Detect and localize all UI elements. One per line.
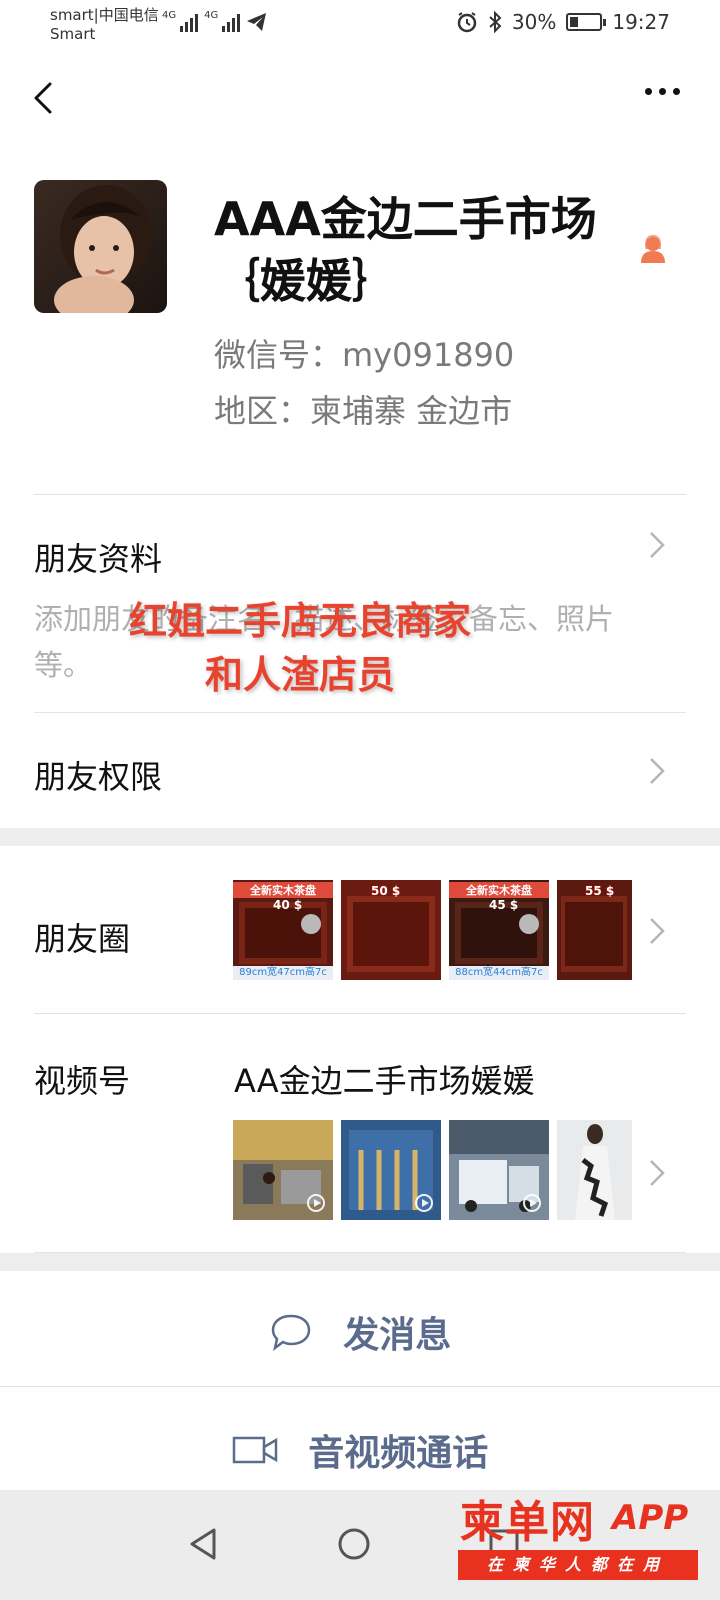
friend-permissions-title: 朋友权限 (34, 758, 163, 796)
channels-thumb-2[interactable] (341, 1120, 441, 1220)
divider (34, 494, 686, 495)
channels-title: 视频号 (34, 1062, 131, 1100)
telegram-icon (247, 13, 267, 31)
channels-thumb-1[interactable] (233, 1120, 333, 1220)
watermark-line-2: 和人渣店员 (204, 653, 395, 697)
section-gap (0, 828, 720, 846)
status-right: 30% 19:27 (456, 10, 670, 34)
brand-slogan: 在柬华人都在用 (458, 1550, 698, 1580)
moments-thumb-price: 45 $ (489, 898, 519, 912)
brand-logo-text: 柬单网 (460, 1497, 595, 1548)
watermark-text: 红姐二手店无良商家 和人渣店员 (70, 594, 530, 702)
chevron-right-icon (650, 532, 665, 558)
video-call-button[interactable]: 音视频通话 (0, 1424, 720, 1476)
moments-thumb-price: 55 $ (585, 884, 615, 898)
signal-indicators: 4G 4G (162, 10, 268, 32)
signal-1-label: 4G (162, 10, 177, 21)
carrier-line-2: Smart (50, 25, 96, 43)
send-message-label: 发消息 (343, 1315, 452, 1356)
chat-bubble-icon (271, 1314, 310, 1352)
moments-title: 朋友圈 (34, 920, 131, 958)
channels-thumb-4[interactable] (557, 1120, 632, 1220)
nav-back-triangle-icon[interactable] (186, 1526, 222, 1562)
moments-thumb-2[interactable]: 50 $ (341, 880, 441, 980)
clock: 19:27 (612, 10, 670, 34)
region: 地区：柬埔寨 金边市 (214, 392, 513, 430)
moments-thumb-1[interactable]: 全新实木茶盘 40 $ 89cm宽47cm高7c (233, 880, 333, 980)
section-gap (0, 1253, 720, 1271)
moments-thumb-dims: 88cm宽44cm高7c (449, 966, 549, 980)
battery-icon (566, 13, 607, 31)
chevron-right-icon (650, 918, 665, 944)
bluetooth-icon (489, 11, 502, 33)
send-message-button[interactable]: 发消息 (0, 1306, 720, 1358)
female-user-icon (641, 235, 665, 263)
signal-2-icon: 4G (204, 10, 241, 32)
battery-percent: 30% (511, 10, 557, 34)
moments-thumb-dims: 89cm宽47cm高7c (233, 966, 333, 980)
play-icon (523, 1194, 541, 1212)
moments-thumb-4[interactable]: 55 $ (557, 880, 632, 980)
wechat-id: 微信号：my091890 (214, 336, 515, 374)
moments-thumb-price: 40 $ (273, 898, 303, 912)
channels-thumb-3[interactable] (449, 1120, 549, 1220)
brand-app-suffix: APP (612, 1498, 689, 1538)
video-call-label: 音视频通话 (308, 1433, 489, 1474)
friend-info-title: 朋友资料 (34, 540, 163, 578)
status-bar: smart|中国电信 Smart 4G 4G 30% 19:27 (0, 0, 720, 50)
chevron-right-icon (650, 1160, 665, 1186)
moments-thumb-caption: 全新实木茶盘 (233, 882, 333, 898)
nav-home-circle-icon[interactable] (336, 1526, 372, 1562)
more-dots-icon[interactable] (645, 88, 680, 95)
brand-watermark: 柬单网 APP 在柬华人都在用 (458, 1486, 708, 1596)
alarm-icon (457, 12, 477, 33)
channels-name: AA金边二手市场媛媛 (234, 1062, 535, 1100)
watermark-line-1: 红姐二手店无良商家 (128, 599, 471, 643)
carrier-line-1: smart|中国电信 (50, 6, 159, 24)
moments-thumb-price: 50 $ (371, 884, 401, 898)
carrier-info: smart|中国电信 Smart (50, 6, 159, 44)
avatar[interactable] (34, 180, 167, 313)
play-icon (307, 1194, 325, 1212)
divider (34, 712, 686, 713)
play-icon (415, 1194, 433, 1212)
moments-thumb-3[interactable]: 全新实木茶盘 45 $ 88cm宽44cm高7c (449, 880, 549, 980)
profile-name: AAA金边二手市场｛媛媛｝ (214, 192, 597, 308)
video-camera-icon (232, 1436, 277, 1464)
signal-1-icon: 4G (162, 10, 199, 32)
moments-thumb-caption: 全新实木茶盘 (449, 882, 549, 898)
chevron-right-icon (650, 758, 665, 784)
divider (34, 1013, 686, 1014)
back-chevron-left-icon[interactable] (26, 78, 66, 118)
divider (0, 1386, 720, 1387)
signal-2-label: 4G (204, 10, 219, 21)
